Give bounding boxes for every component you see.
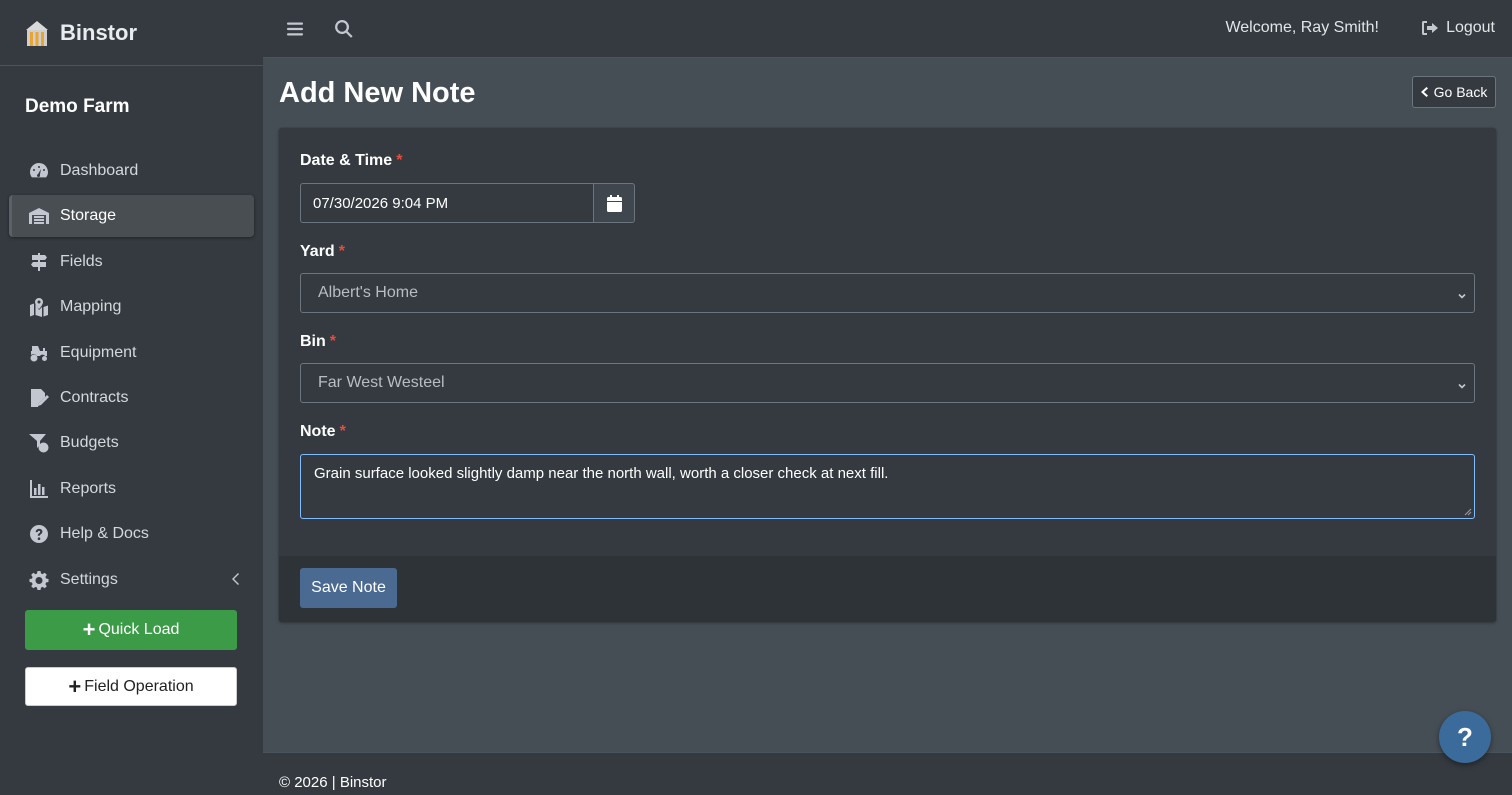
warehouse-icon xyxy=(28,205,50,227)
sign-out-icon xyxy=(1422,21,1439,35)
hamburger-menu-icon[interactable] xyxy=(285,19,305,39)
resize-handle-icon[interactable] xyxy=(1464,508,1472,516)
bin-label: Bin * xyxy=(300,333,336,351)
go-back-button[interactable]: Go Back xyxy=(1412,76,1496,108)
plus-icon: + xyxy=(82,617,96,642)
required-mark: * xyxy=(339,423,346,440)
bin-label-text: Bin xyxy=(300,333,326,350)
note-label: Note * xyxy=(300,423,346,441)
sidebar-item-label: Mapping xyxy=(60,298,122,316)
gear-icon xyxy=(28,569,50,591)
field-operation-label: Field Operation xyxy=(84,677,194,695)
sidebar-item-contracts[interactable]: Contracts xyxy=(9,377,254,419)
sidebar-item-label: Dashboard xyxy=(60,162,139,179)
quick-load-button[interactable]: + Quick Load xyxy=(25,610,237,650)
sidebar-item-label: Help & Docs xyxy=(60,525,149,543)
field-operation-button[interactable]: + Field Operation xyxy=(25,667,237,706)
required-mark: * xyxy=(338,243,345,260)
sidebar-item-help-docs[interactable]: Help & Docs xyxy=(9,513,254,555)
bin-select[interactable]: Far West Westeel xyxy=(300,363,1475,403)
sidebar-item-label: Contracts xyxy=(60,388,129,406)
farm-name: Demo Farm xyxy=(25,96,130,117)
sidebar: Binstor Demo Farm Dashboard Storage Fiel… xyxy=(0,0,263,795)
brand-name: Binstor xyxy=(60,19,137,45)
datetime-label-text: Date & Time xyxy=(300,152,393,169)
copyright-text: © 2026 | Binstor xyxy=(279,774,387,791)
question-circle-icon xyxy=(28,523,50,545)
datetime-input[interactable]: 07/30/2026 9:04 PM xyxy=(300,183,593,223)
chevron-down-icon xyxy=(1457,378,1467,389)
note-form-card: Date & Time * 07/30/2026 9:04 PM Yard * Al… xyxy=(279,128,1496,622)
bin-selected-value: Far West Westeel xyxy=(318,374,445,391)
sidebar-item-equipment[interactable]: Equipment xyxy=(9,332,254,374)
yard-label: Yard * xyxy=(300,243,345,261)
chevron-left-icon xyxy=(1420,87,1428,97)
note-label-text: Note xyxy=(300,423,336,440)
chevron-left-icon xyxy=(230,572,240,591)
sidebar-item-storage[interactable]: Storage xyxy=(9,195,254,238)
sidebar-item-label: Budgets xyxy=(60,434,119,452)
sidebar-item-label: Settings xyxy=(60,570,118,588)
sidebar-item-fields[interactable]: Fields xyxy=(9,241,254,283)
card-footer xyxy=(279,556,1496,622)
yard-label-text: Yard xyxy=(300,243,335,260)
sidebar-item-label: Storage xyxy=(60,207,117,225)
chevron-down-icon xyxy=(1457,288,1467,299)
note-text: Grain surface looked slightly damp near … xyxy=(314,465,889,482)
sidebar-nav: Dashboard Storage Fields Mapping Equipme… xyxy=(0,150,263,601)
silo-icon xyxy=(22,18,52,48)
tractor-icon xyxy=(28,342,50,364)
page-footer: © 2026 | Binstor xyxy=(263,752,1512,795)
sidebar-item-dashboard[interactable]: Dashboard xyxy=(9,150,254,192)
required-mark: * xyxy=(396,152,403,169)
funnel-dollar-icon xyxy=(28,432,50,454)
sidebar-item-label: Equipment xyxy=(60,343,137,361)
help-button[interactable]: ? xyxy=(1439,711,1491,763)
calendar-button[interactable] xyxy=(593,183,635,223)
quick-load-label: Quick Load xyxy=(98,621,180,638)
sidebar-item-label: Fields xyxy=(60,252,103,270)
map-icon xyxy=(28,296,50,318)
brand[interactable]: Binstor xyxy=(0,0,263,66)
contract-icon xyxy=(28,387,50,409)
yard-selected-value: Albert's Home xyxy=(318,284,418,301)
sidebar-item-reports[interactable]: Reports xyxy=(9,468,254,510)
sidebar-item-mapping[interactable]: Mapping xyxy=(9,286,254,328)
note-textarea[interactable]: Grain surface looked slightly damp near … xyxy=(300,454,1475,519)
sidebar-item-settings[interactable]: Settings xyxy=(9,559,254,601)
chart-bar-icon xyxy=(28,478,50,500)
sidebar-item-label: Reports xyxy=(60,479,117,497)
plus-icon: + xyxy=(68,673,82,699)
welcome-text: Welcome, Ray Smith! xyxy=(1225,19,1379,36)
tachometer-icon xyxy=(28,160,50,182)
page-title: Add New Note xyxy=(279,77,476,109)
logout-link[interactable]: Logout xyxy=(1421,19,1495,37)
datetime-picker: 07/30/2026 9:04 PM xyxy=(300,183,635,223)
sidebar-item-budgets[interactable]: Budgets xyxy=(9,422,254,464)
yard-select[interactable]: Albert's Home xyxy=(300,273,1475,313)
top-navbar: Welcome, Ray Smith! Logout xyxy=(263,0,1512,58)
go-back-label: Go Back xyxy=(1433,84,1488,100)
calendar-icon xyxy=(606,194,622,212)
datetime-label: Date & Time * xyxy=(300,152,402,170)
required-mark: * xyxy=(329,333,337,350)
search-icon[interactable] xyxy=(334,19,354,39)
signpost-icon xyxy=(28,251,50,273)
save-note-button[interactable]: Save Note xyxy=(300,568,397,608)
logout-label: Logout xyxy=(1446,19,1495,36)
